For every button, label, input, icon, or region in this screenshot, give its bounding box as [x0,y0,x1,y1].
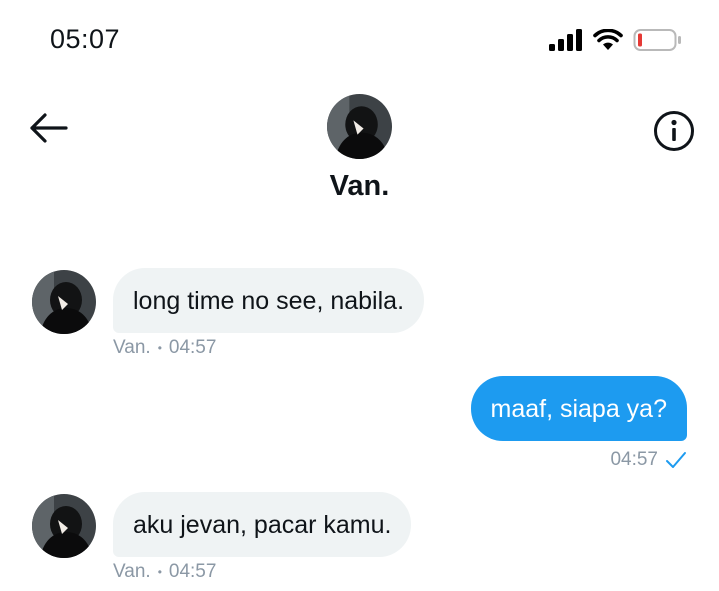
contact-avatar[interactable] [327,94,392,159]
status-time: 05:07 [50,24,121,54]
sender-avatar[interactable] [32,270,96,334]
message-time: 04:57 [610,449,658,470]
status-bar: 05:07 [0,0,719,80]
avatar-photo [32,494,96,558]
back-arrow-icon [30,113,68,143]
message-meta: Van. • 04:57 [113,561,216,583]
contact-name[interactable]: Van. [0,170,719,203]
message-bubble-incoming[interactable]: long time no see, nabila. [113,268,425,333]
sender-avatar[interactable] [32,494,96,558]
meta-separator: • [157,565,162,579]
meta-separator: • [157,341,162,355]
status-icons [549,28,683,52]
message-sender: Van. [113,337,151,358]
battery-low-icon [633,29,681,51]
cellular-signal-icon [549,29,582,51]
conversation-header: Van. [0,80,719,230]
message-time: 04:57 [168,561,217,582]
info-button[interactable] [652,109,696,153]
message-meta: Van. • 04:57 [113,337,216,359]
message-bubble-incoming[interactable]: aku jevan, pacar kamu. [113,492,412,557]
sent-check-icon [666,452,686,468]
wifi-icon [593,29,623,50]
info-icon [654,111,694,151]
avatar-photo [327,94,392,159]
message-meta: 04:57 [610,449,687,471]
back-button[interactable] [26,106,70,150]
avatar-photo [32,270,96,334]
message-sender: Van. [113,561,151,582]
message-bubble-outgoing[interactable]: maaf, siapa ya? [470,376,687,441]
message-time: 04:57 [168,337,217,358]
